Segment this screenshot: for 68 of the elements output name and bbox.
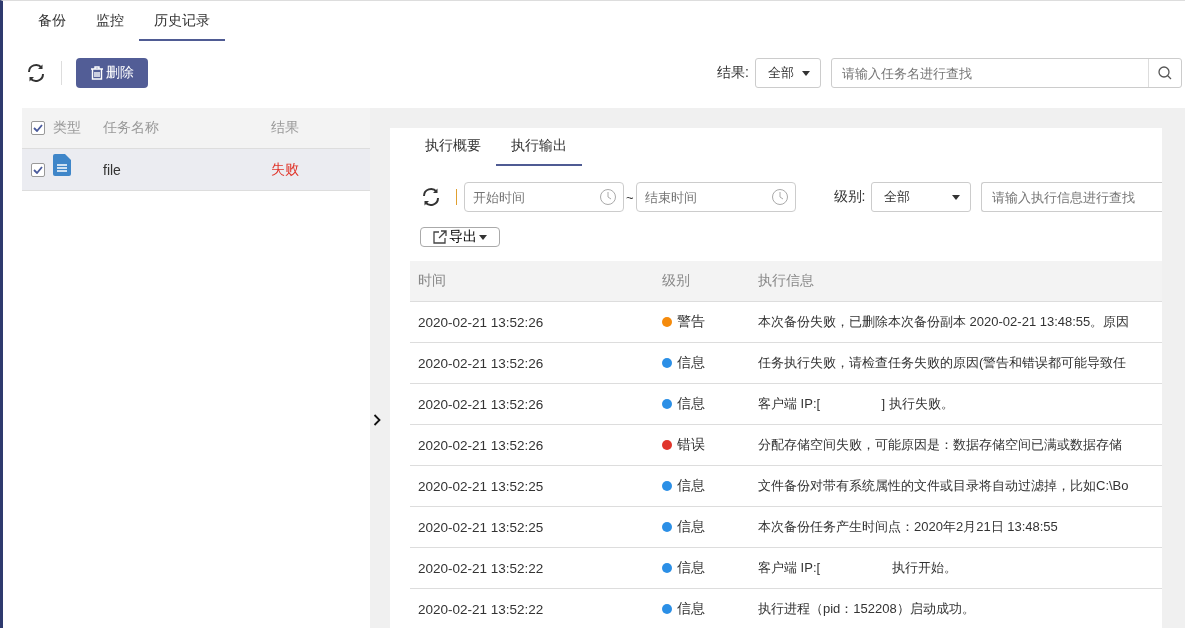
tab[interactable]: 执行输出 — [496, 128, 582, 166]
column-header: 结果 — [271, 119, 299, 135]
column-header: 级别 — [662, 273, 690, 288]
log-time: 2020-02-21 13:52:26 — [418, 437, 544, 453]
tab[interactable]: 执行概要 — [410, 128, 496, 166]
log-level: 信息 — [677, 518, 705, 536]
log-level: 信息 — [677, 600, 705, 618]
log-time: 2020-02-21 13:52:22 — [418, 601, 544, 617]
log-time: 2020-02-21 13:52:26 — [418, 355, 544, 371]
log-time: 2020-02-21 13:52:25 — [418, 478, 544, 494]
range-separator: ~ — [626, 189, 634, 205]
log-message: 本次备份失败，已删除本次备份副本 2020-02-21 13:48:55。原因 — [758, 314, 1130, 329]
checkbox[interactable] — [31, 162, 45, 177]
end-time-picker[interactable]: 结束时间 — [635, 182, 796, 212]
refresh-icon[interactable] — [420, 186, 442, 208]
log-level: 信息 — [677, 477, 705, 495]
checkmark-icon — [33, 165, 43, 174]
export-button[interactable]: 导出 — [420, 227, 500, 247]
log-level: 信息 — [677, 559, 705, 577]
task-row[interactable]: file 失败 — [22, 149, 370, 191]
log-message: 本次备份任务产生时间点：2020年2月21日 13:48:55 — [758, 519, 1058, 534]
start-time-picker[interactable]: 开始时间 — [464, 182, 624, 212]
task-search-field[interactable]: 请输入任务名进行查找 — [832, 59, 1148, 87]
level-filter-label: 级别: — [833, 188, 866, 206]
chevron-right-icon[interactable] — [373, 414, 381, 426]
delete-button[interactable]: 删除 — [76, 58, 148, 88]
log-message: 客户端 IP:[ ] 执行失败。 — [758, 396, 954, 411]
task-search-box[interactable]: 请输入任务名进行查找 — [831, 58, 1182, 88]
log-time: 2020-02-21 13:52:25 — [418, 519, 544, 535]
column-header: 执行信息 — [758, 273, 814, 288]
refresh-icon[interactable] — [25, 62, 47, 84]
caret-icon — [952, 194, 961, 200]
trash-icon — [90, 66, 104, 80]
tab[interactable]: 监控 — [81, 3, 139, 41]
clock-icon — [770, 188, 789, 206]
column-header: 类型 — [53, 119, 81, 135]
log-level: 信息 — [677, 395, 705, 413]
log-time: 2020-02-21 13:52:26 — [418, 314, 544, 330]
search-icon[interactable] — [1158, 66, 1172, 80]
start-time-field[interactable]: 开始时间 — [465, 189, 599, 205]
caret-icon — [479, 234, 487, 240]
log-level: 警告 — [677, 313, 705, 331]
log-level: 信息 — [677, 354, 705, 372]
document-icon — [53, 154, 71, 176]
log-message: 任务执行失败，请检查任务失败的原因(警告和错误都可能导致任 — [758, 355, 1127, 370]
log-message: 分配存储空间失败，可能原因是：数据存储空间已满或数据存储 — [758, 437, 1122, 452]
result-status: 失败 — [271, 160, 299, 177]
tab[interactable]: 备份 — [23, 3, 81, 41]
checkmark-icon — [33, 124, 43, 132]
log-message: 客户端 IP:[ 执行开始。 — [758, 560, 958, 575]
log-message: 文件备份对带有系统属性的文件或目录将自动过滤掉，比如C:\Bo — [758, 478, 1129, 493]
external-link-icon — [433, 230, 447, 244]
level-dropdown[interactable]: 全部 — [871, 182, 972, 212]
column-header: 任务名称 — [103, 119, 159, 135]
result-dropdown[interactable]: 全部 — [755, 58, 821, 88]
checkbox[interactable] — [31, 121, 45, 135]
log-level: 错误 — [677, 436, 705, 454]
result-filter-label: 结果: — [717, 64, 749, 82]
caret-icon — [802, 70, 810, 76]
column-header: 时间 — [418, 273, 446, 288]
tab[interactable]: 历史记录 — [139, 3, 225, 41]
clock-icon — [599, 188, 617, 206]
log-message: 执行进程（pid：152208）启动成功。 — [758, 601, 975, 616]
log-time: 2020-02-21 13:52:26 — [418, 396, 544, 412]
task-name: file — [103, 161, 121, 178]
log-search-field[interactable]: 请输入执行信息进行查找 — [982, 183, 1162, 211]
end-time-field[interactable]: 结束时间 — [636, 189, 771, 205]
log-time: 2020-02-21 13:52:22 — [418, 560, 544, 576]
